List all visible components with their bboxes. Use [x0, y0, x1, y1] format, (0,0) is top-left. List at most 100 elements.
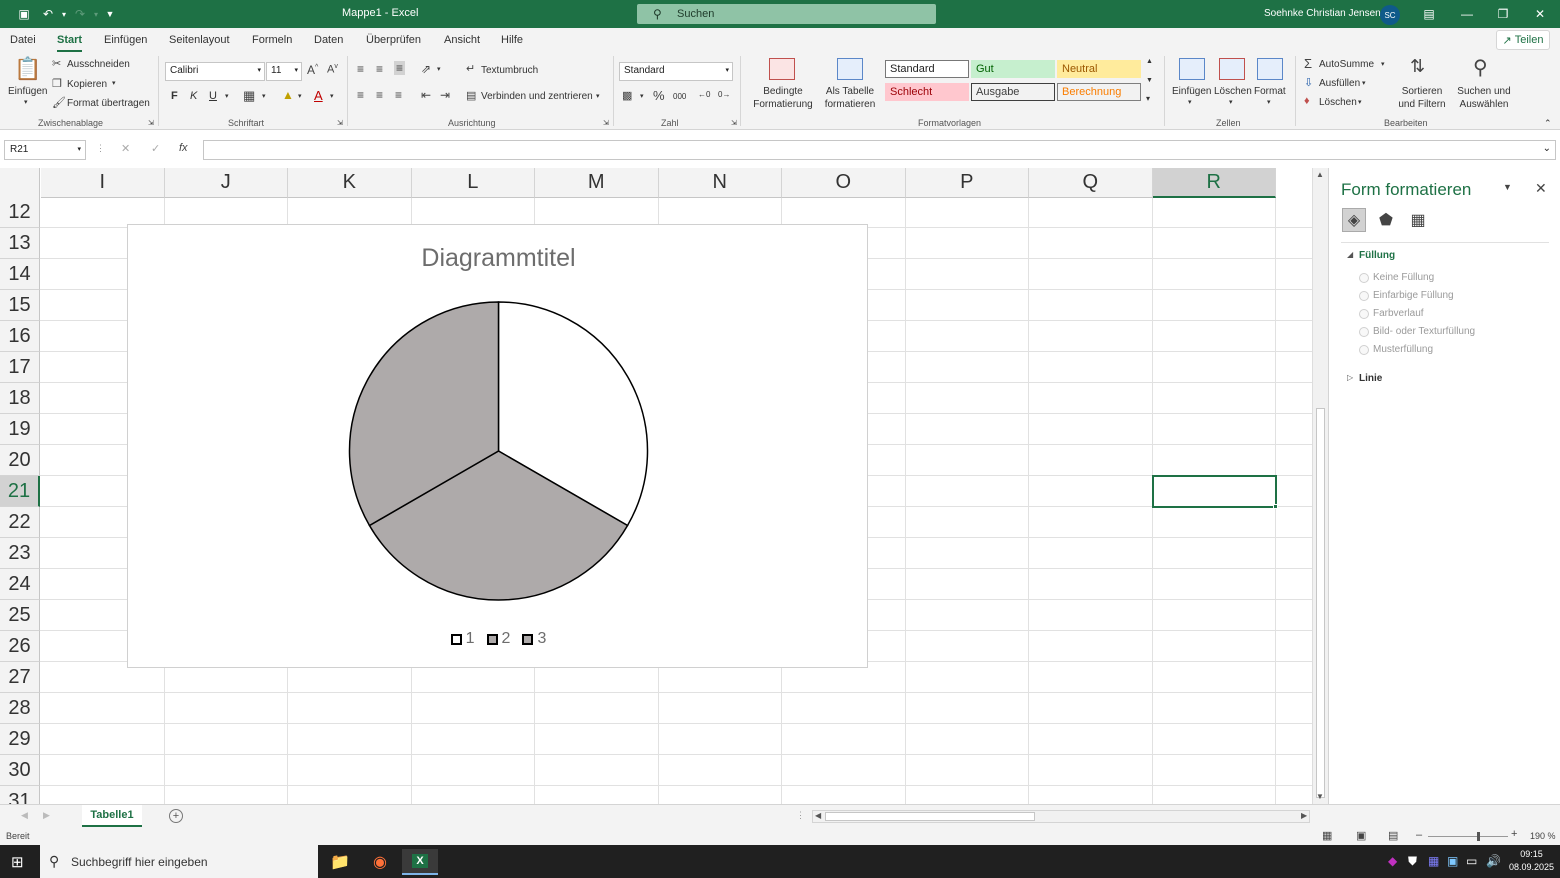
copy-dropdown-icon[interactable]: ▾: [112, 79, 116, 87]
row-header-30[interactable]: 30: [0, 755, 40, 786]
excel-taskbar-icon[interactable]: X: [402, 849, 438, 875]
zoom-in-icon[interactable]: +: [1511, 828, 1517, 840]
cancel-icon[interactable]: ✕: [121, 142, 130, 155]
copy-button[interactable]: Kopieren: [67, 79, 107, 90]
save-icon[interactable]: ▣: [16, 6, 32, 22]
row-header-13[interactable]: 13: [0, 228, 40, 259]
tab-einfuegen[interactable]: Einfügen: [104, 34, 147, 46]
format-painter-icon[interactable]: 🖌: [52, 96, 66, 109]
decrease-indent-icon[interactable]: ⇤: [421, 88, 431, 102]
fill-button[interactable]: Ausfüllen: [1319, 78, 1360, 89]
format-as-table-icon[interactable]: [837, 58, 863, 80]
row-header-15[interactable]: 15: [0, 290, 40, 321]
styles-more-icon[interactable]: ▾: [1146, 94, 1150, 103]
fill-color-dropdown-icon[interactable]: ▾: [298, 92, 302, 100]
find-select-button[interactable]: Suchen und Auswählen: [1454, 85, 1514, 111]
delete-cells-icon[interactable]: [1219, 58, 1245, 80]
number-format-select[interactable]: Standard ▾: [619, 62, 733, 81]
merge-center-button[interactable]: Verbinden und zentrieren: [481, 91, 593, 102]
legend-item-3[interactable]: 3: [522, 630, 546, 648]
undo-dropdown-icon[interactable]: ▾: [56, 6, 72, 22]
row-header-22[interactable]: 22: [0, 507, 40, 538]
clipboard-launcher-icon[interactable]: ⇲: [148, 119, 154, 127]
row-header-31[interactable]: 31: [0, 786, 40, 804]
decrease-decimal-icon[interactable]: 0→: [718, 90, 730, 99]
underline-dropdown-icon[interactable]: ▾: [225, 92, 229, 100]
align-bottom-icon[interactable]: ≡: [394, 61, 406, 75]
user-name[interactable]: Soehnke Christian Jensen: [1264, 8, 1381, 19]
style-standard[interactable]: Standard: [885, 60, 969, 78]
tray-grid-icon[interactable]: ▦: [1428, 854, 1439, 868]
vertical-scrollbar[interactable]: ▲ ▼: [1312, 168, 1328, 804]
size-properties-tab-icon[interactable]: ▦: [1406, 208, 1430, 232]
collapse-arrow-icon[interactable]: ◢: [1347, 250, 1353, 259]
currency-dropdown-icon[interactable]: ▾: [640, 92, 644, 100]
conditional-formatting-icon[interactable]: [769, 58, 795, 80]
bold-button[interactable]: F: [171, 90, 178, 102]
paste-dropdown-icon[interactable]: ▾: [24, 98, 28, 106]
collapse-ribbon-icon[interactable]: ⌃: [1544, 118, 1552, 129]
font-color-icon[interactable]: A: [314, 88, 323, 103]
scroll-left-icon[interactable]: ◀: [815, 811, 821, 820]
zoom-level[interactable]: 190 %: [1530, 831, 1556, 841]
row-header-21[interactable]: 21: [0, 476, 40, 507]
insert-dropdown-icon[interactable]: ▾: [1188, 98, 1192, 106]
close-icon[interactable]: ✕: [1535, 180, 1547, 197]
zoom-out-icon[interactable]: –: [1416, 829, 1422, 841]
windows-start-icon[interactable]: ⊞: [11, 853, 24, 871]
tab-ansicht[interactable]: Ansicht: [444, 34, 480, 46]
column-header-k[interactable]: K: [288, 168, 412, 198]
find-select-icon[interactable]: ⚲: [1473, 55, 1488, 80]
expand-arrow-icon[interactable]: ▷: [1347, 373, 1353, 382]
row-header-24[interactable]: 24: [0, 569, 40, 600]
selected-cell-r21[interactable]: [1151, 475, 1277, 508]
align-left-icon[interactable]: ≡: [357, 88, 364, 102]
format-cells-button[interactable]: Format: [1254, 86, 1286, 97]
merge-dropdown-icon[interactable]: ▾: [596, 92, 600, 100]
autosum-dropdown-icon[interactable]: ▾: [1381, 60, 1385, 68]
zoom-slider-thumb[interactable]: [1477, 832, 1480, 841]
font-launcher-icon[interactable]: ⇲: [337, 119, 343, 127]
column-header-o[interactable]: O: [782, 168, 906, 198]
percent-icon[interactable]: %: [653, 88, 665, 103]
close-icon[interactable]: ✕: [1530, 4, 1550, 24]
format-painter-button[interactable]: Format übertragen: [67, 98, 150, 109]
tab-formeln[interactable]: Formeln: [252, 34, 292, 46]
styles-scroll-up-icon[interactable]: ▲: [1146, 58, 1153, 65]
font-name-select[interactable]: Calibri ▾: [165, 62, 265, 81]
merge-center-icon[interactable]: ▤: [466, 89, 476, 102]
column-header-r[interactable]: R: [1152, 168, 1276, 198]
fill-option-radio[interactable]: [1359, 273, 1369, 283]
row-header-26[interactable]: 26: [0, 631, 40, 662]
fill-option-radio[interactable]: [1359, 291, 1369, 301]
fill-section-header[interactable]: Füllung: [1359, 250, 1395, 261]
tab-start[interactable]: Start: [57, 34, 83, 52]
minimize-icon[interactable]: —: [1457, 4, 1477, 24]
taskbar-search[interactable]: ⚲ Suchbegriff hier eingeben: [40, 845, 318, 878]
fill-option-radio[interactable]: [1359, 327, 1369, 337]
format-cells-icon[interactable]: [1257, 58, 1283, 80]
prev-sheet-icon[interactable]: ◀: [21, 810, 28, 821]
network-icon[interactable]: ▭: [1466, 854, 1477, 868]
autosum-button[interactable]: AutoSumme: [1319, 59, 1374, 70]
column-header-q[interactable]: Q: [1029, 168, 1153, 198]
name-box[interactable]: R21 ▾: [4, 140, 86, 160]
column-header-p[interactable]: P: [905, 168, 1029, 198]
fill-down-icon[interactable]: ⇩: [1304, 76, 1313, 89]
chart-legend[interactable]: 1 2 3: [128, 630, 869, 648]
column-header-l[interactable]: L: [411, 168, 535, 198]
search-box[interactable]: ⚲ Suchen: [637, 4, 936, 24]
enter-icon[interactable]: ✓: [151, 142, 160, 155]
normal-view-icon[interactable]: ▦: [1322, 829, 1332, 842]
column-header-m[interactable]: M: [535, 168, 659, 198]
paste-icon[interactable]: 📋: [14, 56, 41, 82]
tab-daten[interactable]: Daten: [314, 34, 343, 46]
style-neutral[interactable]: Neutral: [1057, 60, 1141, 78]
align-right-icon[interactable]: ≡: [395, 88, 402, 102]
alignment-launcher-icon[interactable]: ⇲: [603, 119, 609, 127]
customize-toolbar-icon[interactable]: ▼: [102, 6, 118, 22]
insert-cells-button[interactable]: Einfügen: [1172, 86, 1211, 97]
style-ausgabe[interactable]: Ausgabe: [971, 83, 1055, 101]
sheet-tab-tabelle1[interactable]: Tabelle1: [82, 805, 142, 827]
row-header-18[interactable]: 18: [0, 383, 40, 414]
